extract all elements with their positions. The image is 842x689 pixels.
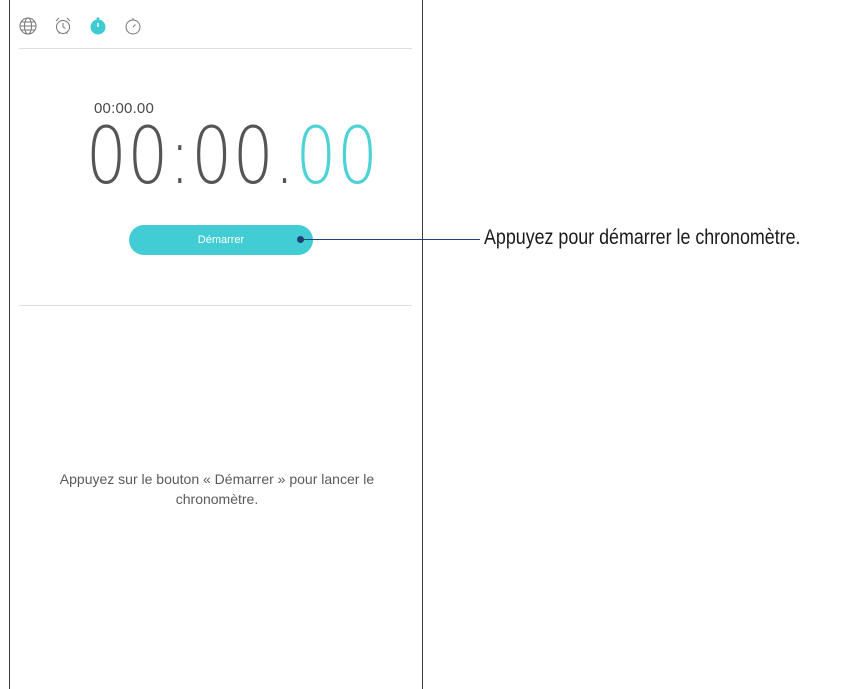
alarm-icon[interactable] — [53, 16, 73, 36]
stopwatch-icon[interactable] — [88, 16, 108, 36]
phone-screen: 00:00.00 00:00.00 Démarrer Appuyez sur l… — [9, 0, 423, 689]
globe-icon[interactable] — [18, 16, 38, 36]
main-time: 00:00.00 — [86, 112, 379, 202]
start-button[interactable]: Démarrer — [129, 225, 313, 255]
callout-line — [302, 239, 480, 240]
callout-dot — [297, 236, 304, 243]
section-divider — [19, 305, 412, 306]
tabbar-divider — [19, 48, 412, 49]
main-time-hundredths: 00 — [295, 112, 379, 202]
callout-text: Appuyez pour démarrer le chronomètre. — [484, 226, 801, 249]
hint-text: Appuyez sur le bouton « Démarrer » pour … — [59, 471, 375, 507]
main-time-primary: 00:00. — [86, 112, 296, 202]
tab-bar — [10, 0, 422, 48]
timer-icon[interactable] — [123, 16, 143, 36]
